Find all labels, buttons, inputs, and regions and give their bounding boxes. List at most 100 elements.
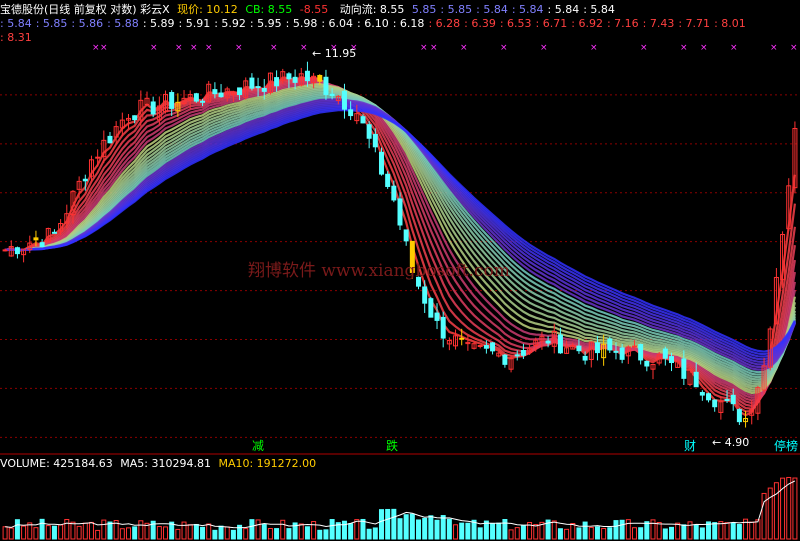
candle-body	[607, 338, 613, 351]
candle-body	[712, 399, 718, 408]
candle-body	[582, 355, 588, 361]
signal-label: 停榜	[774, 438, 798, 453]
volume-bar	[101, 519, 107, 540]
candle-body	[317, 74, 323, 82]
candle-body	[514, 354, 520, 357]
volume-bar	[613, 520, 619, 540]
volume-bar	[249, 519, 255, 540]
volume-bar	[156, 526, 162, 540]
signal-marker: ×	[205, 43, 213, 53]
candle-body	[736, 409, 742, 423]
volume-bar	[699, 527, 705, 540]
candle-body	[391, 185, 397, 201]
volume-bar	[304, 526, 310, 540]
candle-body	[613, 350, 619, 353]
volume-bar	[212, 529, 218, 540]
candle-body	[619, 347, 625, 360]
candle-body	[218, 92, 224, 98]
high-label: ← 11.95	[312, 47, 356, 60]
candle-body	[403, 229, 409, 242]
volume-bar	[224, 526, 230, 540]
volume-bar	[348, 523, 354, 540]
candle-body	[304, 70, 310, 82]
candle-body	[169, 92, 175, 109]
volume-bar	[88, 521, 94, 540]
candle-body	[434, 312, 440, 321]
candle-body	[422, 286, 428, 304]
candle-body	[323, 76, 329, 95]
signal-marker: ×	[540, 43, 548, 53]
signal-marker: ×	[640, 43, 648, 53]
candle-body	[520, 350, 526, 356]
candle-body	[644, 360, 650, 367]
volume-bar	[724, 522, 730, 540]
candle-body	[378, 151, 384, 175]
candle-body	[150, 101, 156, 115]
volume-bar	[187, 524, 193, 540]
candle-body	[638, 344, 644, 361]
signal-marker: ×	[420, 43, 428, 53]
signal-marker: ×	[680, 43, 688, 53]
volume-bar	[372, 527, 378, 540]
candle-body	[39, 242, 45, 248]
candle-body	[200, 100, 206, 103]
signal-marker: ×	[92, 43, 100, 53]
volume-bar	[416, 519, 422, 540]
candle-body	[385, 173, 391, 187]
volume-header: VOLUME: 425184.63 MA5: 310294.81 MA10: 1…	[0, 457, 320, 470]
signal-marker: ×	[590, 43, 598, 53]
volume-bar	[520, 524, 526, 540]
candle-body	[483, 345, 489, 349]
volume-bar	[582, 521, 588, 540]
candle-body	[669, 356, 675, 364]
volume-bar	[662, 528, 668, 540]
signal-label: 财	[684, 439, 696, 453]
candle-body	[662, 348, 668, 359]
volume-bar	[298, 523, 304, 540]
volume-bar	[508, 529, 514, 540]
candle-body	[372, 133, 378, 148]
candle-body	[255, 86, 261, 89]
volume-bar	[119, 528, 125, 540]
volume-bar	[95, 529, 101, 540]
signal-marker: ×	[190, 43, 198, 53]
volume-bar	[341, 520, 347, 540]
candle-body	[329, 93, 335, 96]
candle-body	[397, 198, 403, 226]
volume-bar	[681, 524, 687, 540]
signal-label: 跌	[386, 438, 398, 453]
volume-bar	[656, 521, 662, 540]
chart-stage[interactable]: 宝德股份(日线 前复权 对数) 彩云X 现价: 10.12 CB: 8.55 -…	[0, 0, 800, 541]
signal-marker: ×	[235, 43, 243, 53]
volume-bar	[76, 525, 82, 540]
volume-bar	[650, 519, 656, 540]
volume-bar	[514, 527, 520, 540]
candle-body	[706, 393, 712, 401]
candle-body	[237, 87, 243, 96]
volume-bar	[428, 515, 434, 540]
volume-bar	[557, 528, 563, 540]
candle-body	[274, 77, 280, 87]
volume-ma5: MA5: 310294.81	[120, 457, 211, 470]
volume-bar	[736, 523, 742, 540]
low-label: ← 4.90	[712, 436, 749, 449]
volume-bar	[669, 526, 675, 540]
volume-bar	[317, 529, 323, 540]
signal-marker: ×	[150, 43, 158, 53]
volume-bar	[465, 522, 471, 540]
volume-bar	[453, 524, 459, 540]
volume-bar	[631, 527, 637, 540]
volume-bar	[594, 526, 600, 540]
volume-bar	[693, 524, 699, 540]
volume-bar	[70, 521, 76, 540]
signal-marker: ×	[175, 43, 183, 53]
volume-bar	[712, 522, 718, 540]
candle-body	[459, 337, 465, 340]
volume-bar	[193, 523, 199, 540]
candle-body	[545, 340, 551, 344]
volume-bar	[391, 508, 397, 540]
candle-body	[594, 342, 600, 354]
volume-value: VOLUME: 425184.63	[0, 457, 113, 470]
candle-body	[366, 124, 372, 139]
volume-bar	[773, 482, 779, 540]
